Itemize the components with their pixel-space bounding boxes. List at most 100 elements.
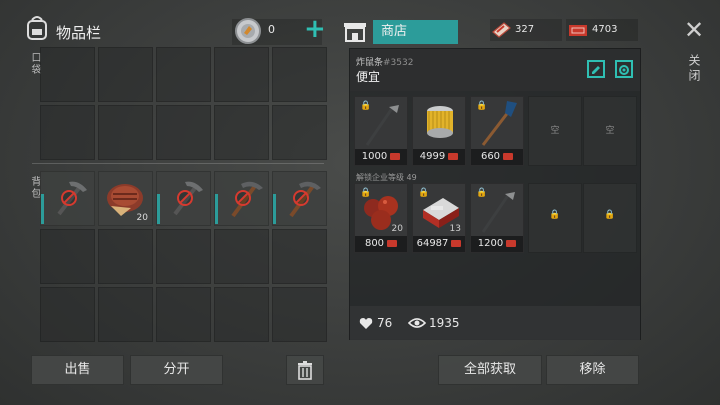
hoe-icon [365, 105, 399, 146]
oar-icon [481, 101, 517, 146]
unusable-icon [293, 190, 309, 206]
sell-button[interactable]: 出售 [31, 355, 124, 385]
take-all-button[interactable]: 全部获取 [438, 355, 542, 385]
tab-shop[interactable]: 商店 [343, 20, 458, 44]
close-button[interactable]: ✕ 关闭 [680, 18, 712, 98]
empty-label: 空 [605, 126, 615, 136]
ticket-count: 327 [515, 24, 535, 35]
backpack-slot[interactable] [156, 229, 211, 284]
shop-slot[interactable]: 4999 [412, 96, 466, 166]
shop-slot[interactable]: 🔒 1000 [354, 96, 408, 166]
coin-count: 0 [268, 23, 275, 36]
coin-icon [235, 18, 261, 44]
shop-panel: 炸鼠条#3532 便宜 🔒 1000 4999 🔒 660 空 空 解锁企业等级… [349, 48, 641, 340]
pocket-slot[interactable] [98, 105, 153, 160]
pocket-slot[interactable] [40, 105, 95, 160]
gear-icon [619, 65, 629, 75]
backpack-slot[interactable] [272, 229, 327, 284]
pocket-slot[interactable] [156, 105, 211, 160]
pocket-slot[interactable] [98, 47, 153, 102]
backpack-slot[interactable] [272, 171, 327, 226]
tab-shop-label: 商店 [373, 20, 458, 44]
shop-slot-locked[interactable]: 🔒 [528, 183, 582, 253]
backpack-slot[interactable] [156, 287, 211, 342]
trash-button[interactable] [286, 355, 324, 385]
cash-icon [448, 152, 459, 160]
oil-filter-icon [427, 106, 453, 138]
shop-slot-empty[interactable]: 空 [583, 96, 637, 166]
cash-icon [506, 239, 517, 247]
eye-icon [408, 318, 426, 328]
pocket-slot[interactable] [214, 47, 269, 102]
price-tag: 1000 [355, 149, 407, 165]
shop-name: 便宜 [356, 70, 381, 84]
edit-button[interactable] [587, 60, 605, 78]
remove-button[interactable]: 移除 [546, 355, 639, 385]
shop-header: 炸鼠条#3532 便宜 [350, 49, 640, 91]
backpack-slot[interactable] [40, 171, 95, 226]
backpack-slot[interactable] [214, 229, 269, 284]
pocket-slot[interactable] [214, 105, 269, 160]
cash-count: 4703 [592, 24, 618, 35]
shop-slot[interactable]: 🔒 660 [470, 96, 524, 166]
section-divider [32, 163, 324, 164]
shop-slot[interactable]: 🔒 13 64987 [412, 183, 466, 253]
item-qty: 13 [449, 224, 461, 234]
price-tag: 1200 [471, 236, 523, 252]
backpack-slot[interactable] [40, 229, 95, 284]
settings-button[interactable] [615, 60, 633, 78]
price-value: 800 [364, 238, 385, 249]
ticket-counter: 327 [490, 19, 562, 41]
close-icon: ✕ [684, 16, 705, 44]
heart-icon [359, 318, 373, 329]
cash-icon [569, 25, 587, 36]
hoe-icon [481, 192, 515, 233]
lock-icon: 🔒 [549, 210, 561, 220]
unusable-icon [177, 190, 193, 206]
backpack-slot[interactable] [214, 287, 269, 342]
price-tag: 64987 [413, 236, 465, 252]
seller-id: #3532 [383, 58, 414, 68]
add-coins-button[interactable]: + [304, 16, 326, 42]
likes-count: 76 [377, 316, 393, 330]
shop-slot-empty[interactable]: 空 [528, 96, 582, 166]
pocket-slot[interactable] [156, 47, 211, 102]
shop-slot-locked[interactable]: 🔒 [583, 183, 637, 253]
cash-icon [390, 152, 401, 160]
unusable-icon [61, 190, 77, 206]
shop-slot[interactable]: 🔒 1200 [470, 183, 524, 253]
backpack-slot[interactable] [156, 171, 211, 226]
seller-nickname: 炸鼠条 [356, 58, 384, 68]
backpack-slot[interactable] [272, 287, 327, 342]
trash-icon [298, 361, 312, 380]
cash-icon [387, 239, 398, 247]
inventory-title: 物品栏 [56, 24, 102, 42]
backpack-slot[interactable] [40, 287, 95, 342]
edit-icon [592, 66, 600, 74]
unlock-level-label: 解锁企业等级 49 [356, 173, 417, 182]
price-value: 1000 [361, 151, 388, 162]
views-count: 1935 [429, 316, 460, 330]
price-value: 4999 [419, 151, 446, 162]
backpack-slot[interactable] [98, 287, 153, 342]
price-value: 64987 [416, 238, 449, 249]
backpack-slot[interactable]: 20 [98, 171, 153, 226]
cash-icon [503, 152, 514, 160]
pocket-slot[interactable] [272, 47, 327, 102]
price-tag: 800 [355, 236, 407, 252]
close-label: 关闭 [687, 54, 701, 84]
shop-icon [344, 23, 366, 42]
empty-label: 空 [550, 126, 560, 136]
backpack-slot[interactable] [214, 171, 269, 226]
split-button[interactable]: 分开 [130, 355, 223, 385]
cash-icon [451, 239, 462, 247]
item-qty: 20 [136, 213, 148, 223]
lock-icon: 🔒 [604, 210, 616, 220]
pockets-grid [40, 47, 327, 160]
backpack-slot[interactable] [98, 229, 153, 284]
seller-name: 炸鼠条#3532 [356, 55, 413, 68]
shop-slot[interactable]: 🔒 20 800 [354, 183, 408, 253]
item-qty: 20 [391, 224, 403, 234]
pocket-slot[interactable] [40, 47, 95, 102]
pocket-slot[interactable] [272, 105, 327, 160]
